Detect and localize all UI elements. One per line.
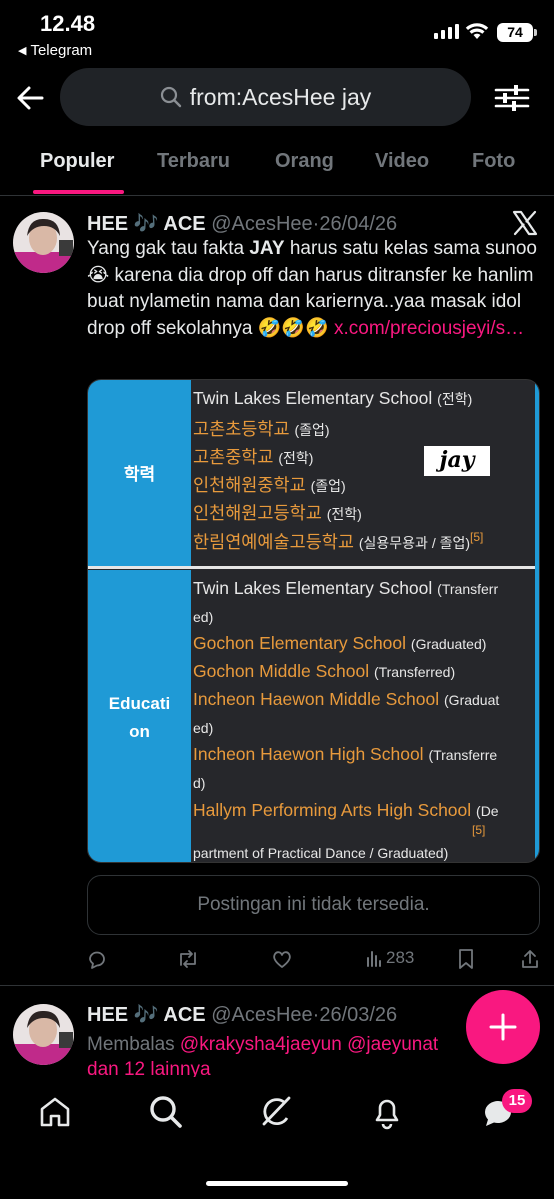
tweet-media-image[interactable]: 학력 Educati on jay Twin Lakes Elementary … [87, 379, 540, 863]
quoted-post-unavailable: Postingan ini tidak tersedia. [87, 875, 540, 935]
search-icon [160, 86, 181, 108]
bookmark-icon[interactable] [457, 948, 475, 970]
media-line: 고촌초등학교 (졸업) [193, 419, 330, 439]
media-label-cell-en [88, 570, 191, 862]
tab-foto[interactable]: Foto [472, 150, 515, 173]
back-app-label: Telegram [30, 42, 93, 59]
home-indicator [206, 1181, 348, 1186]
author-handle[interactable]: @AcesHee [211, 1004, 312, 1026]
author-handle[interactable]: @AcesHee [211, 213, 312, 235]
back-triangle-icon: ◀ [18, 45, 27, 57]
search-nav-icon[interactable] [148, 1094, 184, 1130]
views-chart-icon [367, 951, 381, 967]
tweet-header: HEE 🎶 ACE @AcesHee·26/03/26 [87, 1002, 397, 1027]
media-line: Twin Lakes Elementary School (전학) [193, 388, 473, 408]
jay-name-tag: jay [424, 446, 490, 476]
tweet-text-bold: JAY [249, 238, 285, 259]
media-line: Twin Lakes Elementary School (Transferr [193, 578, 499, 598]
back-arrow-icon[interactable] [12, 80, 48, 116]
replying-to-more[interactable]: dan 12 lainnya [87, 1059, 211, 1077]
media-label-ko: 학력 [123, 465, 156, 484]
media-line: d) [193, 775, 206, 791]
tweet-date[interactable]: 26/03/26 [319, 1004, 397, 1026]
media-line: [5] [472, 823, 486, 837]
wifi-icon [465, 23, 489, 39]
active-tab-indicator [33, 190, 124, 194]
search-tabs: Populer Terbaru Orang Video Foto [0, 138, 554, 196]
media-line: 한림연예예술고등학교 (실용무용과 / 졸업)[5] [193, 530, 484, 552]
media-line: 인천해원중학교 (졸업) [193, 475, 346, 495]
search-input[interactable]: from:AcesHee jay [60, 68, 471, 126]
x-logo-icon [512, 210, 538, 236]
replying-to-label: Membalas [87, 1034, 180, 1055]
media-line: Gochon Middle School (Transferred) [193, 661, 456, 681]
notifications-bell-icon[interactable] [369, 1094, 405, 1130]
grok-icon[interactable] [258, 1094, 294, 1130]
tab-video[interactable]: Video [375, 150, 429, 173]
media-line: ed) [193, 609, 214, 625]
media-line: ed) [193, 720, 214, 736]
views-count[interactable]: 283 [366, 948, 414, 968]
media-line: 고촌중학교 (전학) [193, 447, 314, 467]
media-right-edge [535, 380, 539, 862]
media-line: 인천해원고등학교 (전학) [193, 503, 362, 523]
media-line: Incheon Haewon High School (Transferre [193, 744, 498, 764]
search-header: from:AcesHee jay [0, 68, 554, 128]
tweet-date[interactable]: 26/04/26 [319, 213, 397, 235]
media-divider [88, 566, 539, 569]
tab-orang[interactable]: Orang [275, 150, 334, 173]
avatar[interactable] [13, 212, 74, 273]
share-icon[interactable] [520, 948, 540, 970]
back-to-app-link[interactable]: ◀ Telegram [18, 42, 92, 59]
tweet-separator [0, 985, 554, 986]
avatar[interactable] [13, 1004, 74, 1065]
status-bar: 12.48 ◀ Telegram 74 [0, 0, 554, 62]
author-name[interactable]: HEE 🎶 ACE [87, 1004, 206, 1026]
repost-icon[interactable] [176, 948, 200, 970]
media-label-en-1: Educati [108, 694, 171, 713]
plus-icon [489, 1013, 517, 1041]
home-icon[interactable] [37, 1094, 73, 1130]
tab-terbaru[interactable]: Terbaru [157, 150, 230, 173]
tab-populer[interactable]: Populer [40, 150, 114, 173]
tweet-text: Yang gak tau fakta JAY harus satu kelas … [87, 236, 537, 342]
like-heart-icon[interactable] [271, 948, 293, 970]
reply-icon[interactable] [86, 948, 108, 970]
bottom-nav: 15 [0, 1078, 554, 1199]
replying-to-mentions[interactable]: @krakysha4jaeyun @jaeyunat [180, 1034, 438, 1055]
media-line: Hallym Performing Arts High School (De [193, 800, 499, 820]
messages-badge: 15 [502, 1089, 532, 1113]
views-value: 283 [386, 948, 415, 967]
battery-indicator: 74 [497, 23, 537, 42]
media-label-en-2: on [129, 722, 150, 741]
tweet-header: HEE 🎶 ACE @AcesHee·26/04/26 [87, 211, 397, 236]
filter-sliders-icon[interactable] [494, 82, 530, 114]
status-time: 12.48 [40, 11, 96, 36]
tweet-actions: 283 [0, 948, 554, 974]
signal-icon [434, 24, 459, 39]
media-line: Gochon Elementary School (Graduated) [193, 633, 487, 653]
author-name[interactable]: HEE 🎶 ACE [87, 213, 206, 235]
tweet-text-part: Yang gak tau fakta [87, 238, 250, 259]
media-line: Incheon Haewon Middle School (Graduat [193, 689, 500, 709]
compose-button[interactable] [466, 990, 540, 1064]
tweet-link[interactable]: x.com/preciousjeyi/s… [334, 318, 524, 339]
media-line: partment of Practical Dance / Graduated) [193, 845, 449, 861]
search-query: from:AcesHee jay [189, 83, 372, 110]
